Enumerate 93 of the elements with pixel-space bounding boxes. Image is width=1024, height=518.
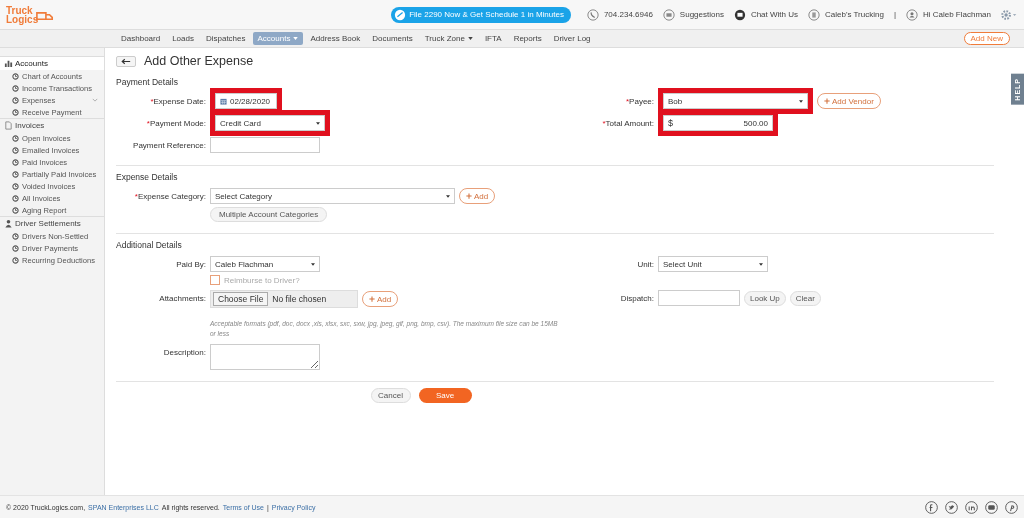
dropdown[interactable]: Select Category [210, 188, 455, 204]
field-label: *Total Amount: [601, 118, 654, 130]
nav-tab[interactable]: Dispatches [200, 32, 251, 45]
linkedin-icon[interactable] [965, 500, 978, 514]
field-label: Paid By: [175, 259, 206, 271]
clock-icon [12, 232, 19, 240]
nav-tab[interactable]: Dashboard [116, 32, 166, 45]
pill-button[interactable]: Clear [789, 290, 821, 306]
section-heading: Payment Details [116, 77, 179, 87]
clock-icon [12, 256, 19, 264]
text-field[interactable] [210, 137, 320, 153]
field-label: Payment Reference: [132, 140, 206, 152]
user-icon [905, 8, 918, 21]
field-label: Description: [162, 347, 206, 359]
text-field[interactable] [658, 290, 740, 306]
field-label: *Expense Date: [149, 96, 206, 108]
chat-icon [733, 8, 746, 21]
clock-icon [12, 244, 19, 252]
field-label: Attachments: [158, 293, 206, 305]
caret-icon [467, 37, 473, 41]
dropdown[interactable]: Select Unit [658, 256, 768, 272]
clock-icon [12, 206, 19, 214]
add-button[interactable]: Add [362, 291, 399, 307]
badge-icon [394, 8, 407, 21]
pill-button[interactable]: Look Up [744, 290, 786, 306]
plus-icon [466, 193, 472, 199]
nav-tab[interactable]: Truck Zone [419, 32, 478, 45]
page-title: Add Other Expense [144, 54, 254, 68]
clock-icon [12, 170, 19, 178]
nav-tab[interactable]: Driver Log [548, 32, 596, 45]
mail-icon [662, 8, 675, 21]
field-label: *Payee: [624, 96, 654, 108]
file-picker[interactable]: Choose File No file chosen [210, 290, 358, 308]
dropdown[interactable]: Credit Card [215, 115, 325, 131]
clock-icon [12, 158, 19, 166]
plus-icon [824, 98, 830, 104]
nav-tab[interactable]: Loads [167, 32, 199, 45]
multiple-categories-button[interactable]: Multiple Account Categories [210, 207, 328, 222]
facebook-icon[interactable] [925, 500, 938, 514]
back-arrow-icon [121, 57, 131, 65]
phone-icon [586, 8, 599, 21]
calendar-icon [220, 97, 227, 105]
amount-field[interactable]: $ 500.00 [663, 115, 773, 131]
header-link[interactable]: 704.234.6946 [586, 8, 653, 21]
person-icon [4, 219, 13, 228]
caret-icon [316, 121, 320, 125]
caret-icon [311, 262, 315, 266]
cancel-button[interactable]: Cancel [370, 388, 411, 403]
back-button[interactable] [116, 55, 136, 67]
add-button[interactable]: Add Vendor [817, 93, 881, 109]
header-link[interactable]: Caleb's Trucking [808, 8, 884, 21]
separator: | [893, 10, 896, 19]
sidebar-section[interactable]: Accounts [0, 56, 104, 70]
header-link[interactable]: Chat With Us [733, 8, 798, 21]
clock-icon [12, 96, 19, 104]
clock-icon [12, 182, 19, 190]
pinterest-icon[interactable] [1005, 500, 1018, 514]
clock-icon [12, 72, 19, 80]
caret-icon [293, 37, 299, 41]
dropdown[interactable]: Caleb Flachman [210, 256, 320, 272]
youtube-icon[interactable] [985, 500, 998, 514]
nav-tab[interactable]: Documents [367, 32, 418, 45]
clock-icon [12, 84, 19, 92]
clock-icon [12, 146, 19, 154]
add-button[interactable]: Add [459, 188, 496, 204]
field-label: *Expense Category: [133, 191, 206, 203]
dropdown[interactable]: Bob [663, 93, 808, 109]
section-heading: Additional Details [116, 240, 183, 250]
settings-icon[interactable] [1001, 8, 1018, 21]
field-label: Unit: [636, 259, 654, 271]
plus-icon [369, 296, 375, 302]
nav-tab[interactable]: IFTA [479, 32, 507, 45]
section-heading: Expense Details [116, 172, 179, 182]
nav-tab[interactable]: Reports [508, 32, 547, 45]
field-label: *Payment Mode: [145, 118, 206, 130]
sidebar-section[interactable]: Invoices [0, 118, 104, 132]
header-link[interactable]: Hi Caleb Flachman [905, 8, 991, 21]
header-link[interactable]: Suggestions [662, 8, 724, 21]
sidebar-section[interactable]: Driver Settlements [0, 216, 104, 230]
twitter-icon[interactable] [945, 500, 958, 514]
caret-icon [446, 194, 450, 198]
clock-icon [12, 194, 19, 202]
description-field[interactable] [210, 344, 320, 370]
bar-chart-icon [4, 59, 13, 68]
nav-tab[interactable]: Address Book [305, 32, 366, 45]
building-icon [808, 8, 820, 21]
date-field[interactable]: 02/28/2020 [215, 93, 277, 109]
field-label: Dispatch: [619, 293, 654, 305]
caret-icon [799, 99, 803, 103]
clock-icon [12, 134, 19, 142]
document-icon [4, 121, 13, 130]
clock-icon [12, 108, 19, 116]
caret-icon [759, 262, 763, 266]
